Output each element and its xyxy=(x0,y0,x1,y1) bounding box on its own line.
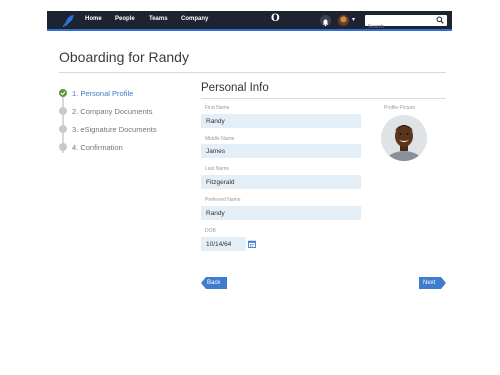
chevron-down-icon[interactable]: ▾ xyxy=(352,16,355,23)
nav-home-link[interactable]: Home xyxy=(85,16,102,22)
step-label: 3. eSignature Documents xyxy=(72,124,157,134)
next-button[interactable]: Next xyxy=(419,277,446,289)
step-label: 4. Confirmation xyxy=(72,142,123,152)
preferred-name-field[interactable] xyxy=(201,206,361,220)
nav-company-link[interactable]: Company xyxy=(181,16,208,22)
middle-name-label: Middle Name xyxy=(205,136,235,142)
check-icon xyxy=(59,89,67,97)
step-dot-icon xyxy=(59,107,67,115)
middle-name-field[interactable] xyxy=(201,144,361,158)
step-confirmation[interactable]: 4. Confirmation xyxy=(59,142,123,152)
back-button[interactable]: Back xyxy=(201,277,227,289)
user-avatar[interactable] xyxy=(338,15,349,26)
divider xyxy=(59,72,446,73)
feather-logo-icon[interactable] xyxy=(61,14,75,28)
top-nav-bar: Home People Teams Company O ▾ xyxy=(47,11,452,33)
step-dot-icon xyxy=(59,143,67,151)
divider xyxy=(201,98,446,99)
last-name-field[interactable] xyxy=(201,175,361,189)
step-company-documents[interactable]: 2. Company Documents xyxy=(59,106,152,116)
nav-people-link[interactable]: People xyxy=(115,16,135,22)
preferred-name-label: Preferred Name xyxy=(205,197,241,203)
step-dot-icon xyxy=(59,125,67,133)
last-name-label: Last Name xyxy=(205,166,230,172)
first-name-label: First Name xyxy=(205,105,230,111)
step-personal-profile[interactable]: 1. Personal Profile xyxy=(59,88,133,98)
nav-teams-link[interactable]: Teams xyxy=(149,16,168,22)
notifications-bell-icon[interactable] xyxy=(320,15,331,27)
calendar-icon[interactable] xyxy=(248,240,256,248)
profile-picture-label: Profile Picture xyxy=(384,105,416,111)
page-title: Oboarding for Randy xyxy=(59,49,189,65)
search-box xyxy=(365,15,447,33)
dob-field[interactable] xyxy=(201,237,246,251)
step-esignature-documents[interactable]: 3. eSignature Documents xyxy=(59,124,157,134)
step-label: 2. Company Documents xyxy=(72,106,153,116)
step-label: 1. Personal Profile xyxy=(72,88,134,98)
section-title: Personal Info xyxy=(201,82,269,94)
first-name-field[interactable] xyxy=(201,114,361,128)
brand-mark[interactable]: O xyxy=(271,13,280,24)
nav-accent-line xyxy=(47,29,452,31)
profile-picture[interactable] xyxy=(381,115,427,161)
search-icon[interactable] xyxy=(436,16,444,24)
dob-label: DOB xyxy=(205,228,216,234)
